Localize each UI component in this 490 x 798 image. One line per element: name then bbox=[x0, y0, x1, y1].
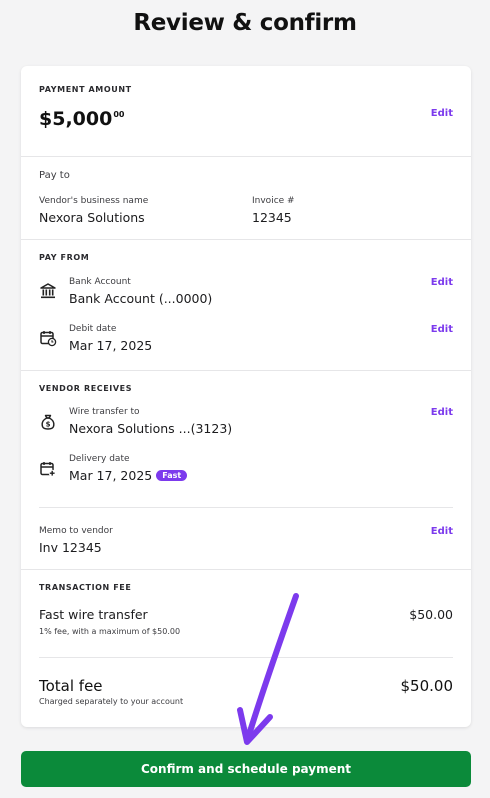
edit-wire-transfer-button[interactable]: Edit bbox=[431, 407, 453, 418]
bank-account-label: Bank Account bbox=[69, 277, 131, 287]
edit-amount-button[interactable]: Edit bbox=[431, 108, 453, 119]
edit-memo-button[interactable]: Edit bbox=[431, 526, 453, 537]
fee-note: 1% fee, with a maximum of $50.00 bbox=[39, 627, 181, 636]
pay-to-heading: Pay to bbox=[39, 170, 70, 181]
debit-date-label: Debit date bbox=[69, 324, 117, 334]
divider bbox=[39, 507, 453, 508]
divider bbox=[21, 569, 471, 570]
page-title: Review & confirm bbox=[133, 10, 357, 36]
review-card: PAYMENT AMOUNT $5,00000 Edit Pay to Vend… bbox=[21, 66, 471, 727]
total-fee-value: $50.00 bbox=[400, 677, 454, 695]
vendor-name-label: Vendor's business name bbox=[39, 196, 149, 206]
payment-amount: $5,00000 bbox=[39, 108, 124, 130]
calendar-plus-icon bbox=[39, 460, 57, 478]
wire-transfer-value: Nexora Solutions ...(3123) bbox=[69, 421, 233, 436]
divider bbox=[21, 370, 471, 371]
pay-from-caption: PAY FROM bbox=[39, 253, 90, 262]
divider bbox=[21, 156, 471, 157]
divider bbox=[39, 657, 453, 658]
bank-account-value: Bank Account (...0000) bbox=[69, 291, 213, 306]
bank-icon bbox=[39, 282, 57, 300]
invoice-value: 12345 bbox=[252, 210, 292, 225]
memo-value: Inv 12345 bbox=[39, 540, 102, 555]
confirm-schedule-payment-button[interactable]: Confirm and schedule payment bbox=[21, 751, 471, 787]
edit-bank-account-button[interactable]: Edit bbox=[431, 277, 453, 288]
delivery-date-label: Delivery date bbox=[69, 454, 130, 464]
amount-cents: 00 bbox=[113, 110, 125, 119]
memo-label: Memo to vendor bbox=[39, 526, 113, 536]
fast-badge: Fast bbox=[156, 470, 188, 481]
debit-date-value: Mar 17, 2025 bbox=[69, 338, 153, 353]
total-fee-note: Charged separately to your account bbox=[39, 697, 184, 706]
money-bag-icon: $ bbox=[39, 413, 57, 431]
payment-amount-caption: PAYMENT AMOUNT bbox=[39, 85, 132, 94]
edit-debit-date-button[interactable]: Edit bbox=[431, 324, 453, 335]
delivery-date: Mar 17, 2025 Fast bbox=[69, 468, 188, 483]
amount-dollars: $5,000 bbox=[39, 108, 113, 130]
calendar-clock-icon bbox=[39, 329, 57, 347]
invoice-label: Invoice # bbox=[252, 196, 295, 206]
wire-transfer-label: Wire transfer to bbox=[69, 407, 140, 417]
delivery-date-value: Mar 17, 2025 bbox=[69, 468, 153, 483]
vendor-name-value: Nexora Solutions bbox=[39, 210, 145, 225]
transaction-fee-caption: TRANSACTION FEE bbox=[39, 583, 132, 592]
svg-text:$: $ bbox=[46, 421, 51, 429]
vendor-receives-caption: VENDOR RECEIVES bbox=[39, 384, 133, 393]
fee-name: Fast wire transfer bbox=[39, 607, 148, 622]
total-fee-label: Total fee bbox=[39, 677, 103, 695]
divider bbox=[21, 239, 471, 240]
fee-value: $50.00 bbox=[409, 607, 453, 622]
